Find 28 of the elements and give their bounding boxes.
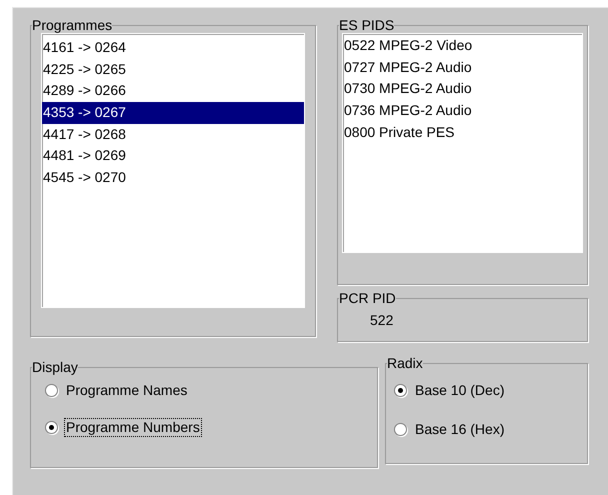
list-item[interactable]: 0522 MPEG-2 Video	[343, 35, 582, 57]
radio-button[interactable]	[45, 421, 58, 434]
radio-button[interactable]	[394, 423, 407, 436]
radio-label[interactable]: Base 10 (Dec)	[413, 381, 506, 400]
radio-button[interactable]	[45, 384, 58, 397]
radio-label[interactable]: Programme Names	[64, 381, 190, 400]
radio-label[interactable]: Base 16 (Hex)	[413, 420, 506, 439]
list-item[interactable]: 0730 MPEG-2 Audio	[343, 78, 582, 100]
list-item[interactable]: 4289 -> 0266	[42, 80, 304, 102]
group-label: Programmes	[32, 17, 112, 33]
radio-label[interactable]: Programme Numbers	[64, 418, 202, 437]
group-label: Display	[32, 359, 78, 375]
list-item[interactable]: 4225 -> 0265	[42, 58, 304, 80]
radio-button[interactable]	[394, 384, 407, 397]
group-label: PCR PID	[339, 290, 396, 306]
pcr-pid-value: 522	[370, 312, 394, 328]
list-item[interactable]: 4353 -> 0267	[42, 102, 304, 124]
list-item[interactable]: 4161 -> 0264	[42, 37, 304, 59]
list-item[interactable]: 4545 -> 0270	[42, 167, 304, 189]
group-label: Radix	[387, 355, 423, 371]
es-pids-list[interactable]: 0522 MPEG-2 Video 0727 MPEG-2 Audio 0730 MPEG-2 Audio 0736 MPEG-2 Audio 0800 Private PES	[342, 33, 583, 253]
list-item[interactable]: 0727 MPEG-2 Audio	[343, 56, 582, 78]
list-item[interactable]: 0800 Private PES	[343, 122, 582, 144]
group-label: ES PIDS	[339, 17, 394, 33]
list-item[interactable]: 0736 MPEG-2 Audio	[343, 100, 582, 122]
programmes-list[interactable]: 4161 -> 0264 4225 -> 0265 4289 -> 0266 4353 -> 0267 4417 -> 0268 4481 -> 0269 4545 -> 0270	[41, 33, 305, 308]
list-item[interactable]: 4481 -> 0269	[42, 145, 304, 168]
list-item[interactable]: 4417 -> 0268	[42, 124, 304, 146]
